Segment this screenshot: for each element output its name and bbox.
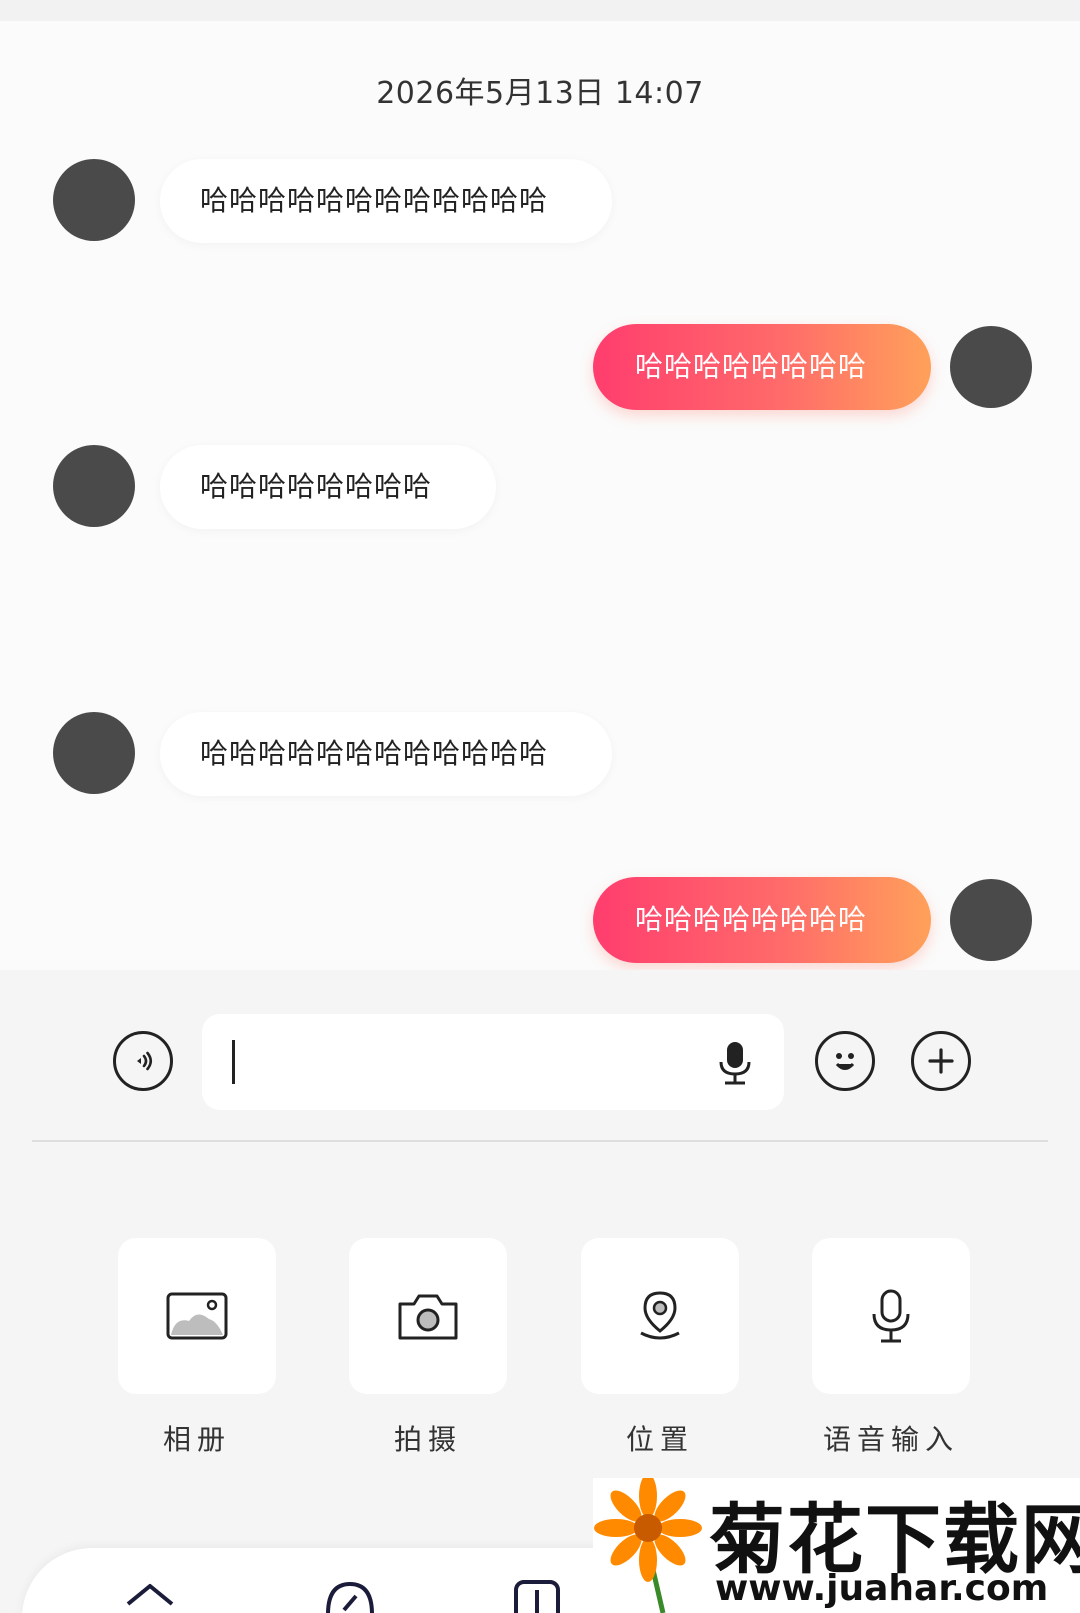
plus-icon (928, 1048, 954, 1074)
outgoing-message-bubble[interactable]: 哈哈哈哈哈哈哈哈 (593, 324, 931, 410)
incoming-message-bubble[interactable]: 哈哈哈哈哈哈哈哈哈哈哈哈 (160, 712, 612, 796)
photo-album-icon (166, 1292, 228, 1340)
add-post-icon[interactable] (512, 1576, 562, 1613)
emoji-button[interactable] (815, 1031, 875, 1091)
chat-screen: 2026年5月13日 14:07 哈哈哈哈哈哈哈哈哈哈哈哈 哈哈哈哈哈哈哈哈 哈… (0, 0, 1080, 1613)
watermark: 菊花下载网 www.juahar.com (593, 1478, 1080, 1613)
message-input[interactable] (202, 1014, 784, 1110)
mic-button[interactable] (715, 1040, 755, 1086)
voice-wave-icon (137, 1051, 153, 1071)
incoming-message-bubble[interactable]: 哈哈哈哈哈哈哈哈 (160, 445, 496, 529)
voice-input-action[interactable] (812, 1238, 970, 1394)
album-action[interactable] (118, 1238, 276, 1394)
home-icon[interactable] (122, 1578, 178, 1613)
camera-label: 拍摄 (393, 1423, 462, 1456)
smiley-icon (835, 1053, 855, 1070)
location-pin-icon (640, 1291, 680, 1340)
incoming-message-bubble[interactable]: 哈哈哈哈哈哈哈哈哈哈哈哈 (160, 159, 612, 243)
flower-logo-icon (594, 1478, 702, 1613)
microphone-icon (719, 1042, 751, 1085)
location-action[interactable] (581, 1238, 739, 1394)
user-avatar[interactable] (950, 879, 1032, 961)
more-button[interactable] (911, 1031, 971, 1091)
message-timestamp: 2026年5月13日 14:07 (376, 76, 704, 111)
camera-icon (398, 1294, 458, 1340)
text-cursor (232, 1040, 235, 1084)
voice-toggle-button[interactable] (113, 1031, 173, 1091)
watermark-url: www.juahar.com (715, 1568, 1049, 1609)
contact-avatar[interactable] (53, 712, 135, 794)
compass-icon[interactable] (322, 1578, 378, 1613)
camera-action[interactable] (349, 1238, 507, 1394)
contact-avatar[interactable] (53, 159, 135, 241)
user-avatar[interactable] (950, 326, 1032, 408)
contact-avatar[interactable] (53, 445, 135, 527)
status-bar-area (0, 0, 1080, 21)
outgoing-message-bubble[interactable]: 哈哈哈哈哈哈哈哈 (593, 877, 931, 963)
album-label: 相册 (162, 1423, 231, 1456)
composer-divider (32, 1140, 1048, 1142)
location-label: 位置 (625, 1423, 694, 1456)
voice-input-label: 语音输入 (822, 1423, 959, 1456)
microphone-icon (872, 1289, 910, 1343)
